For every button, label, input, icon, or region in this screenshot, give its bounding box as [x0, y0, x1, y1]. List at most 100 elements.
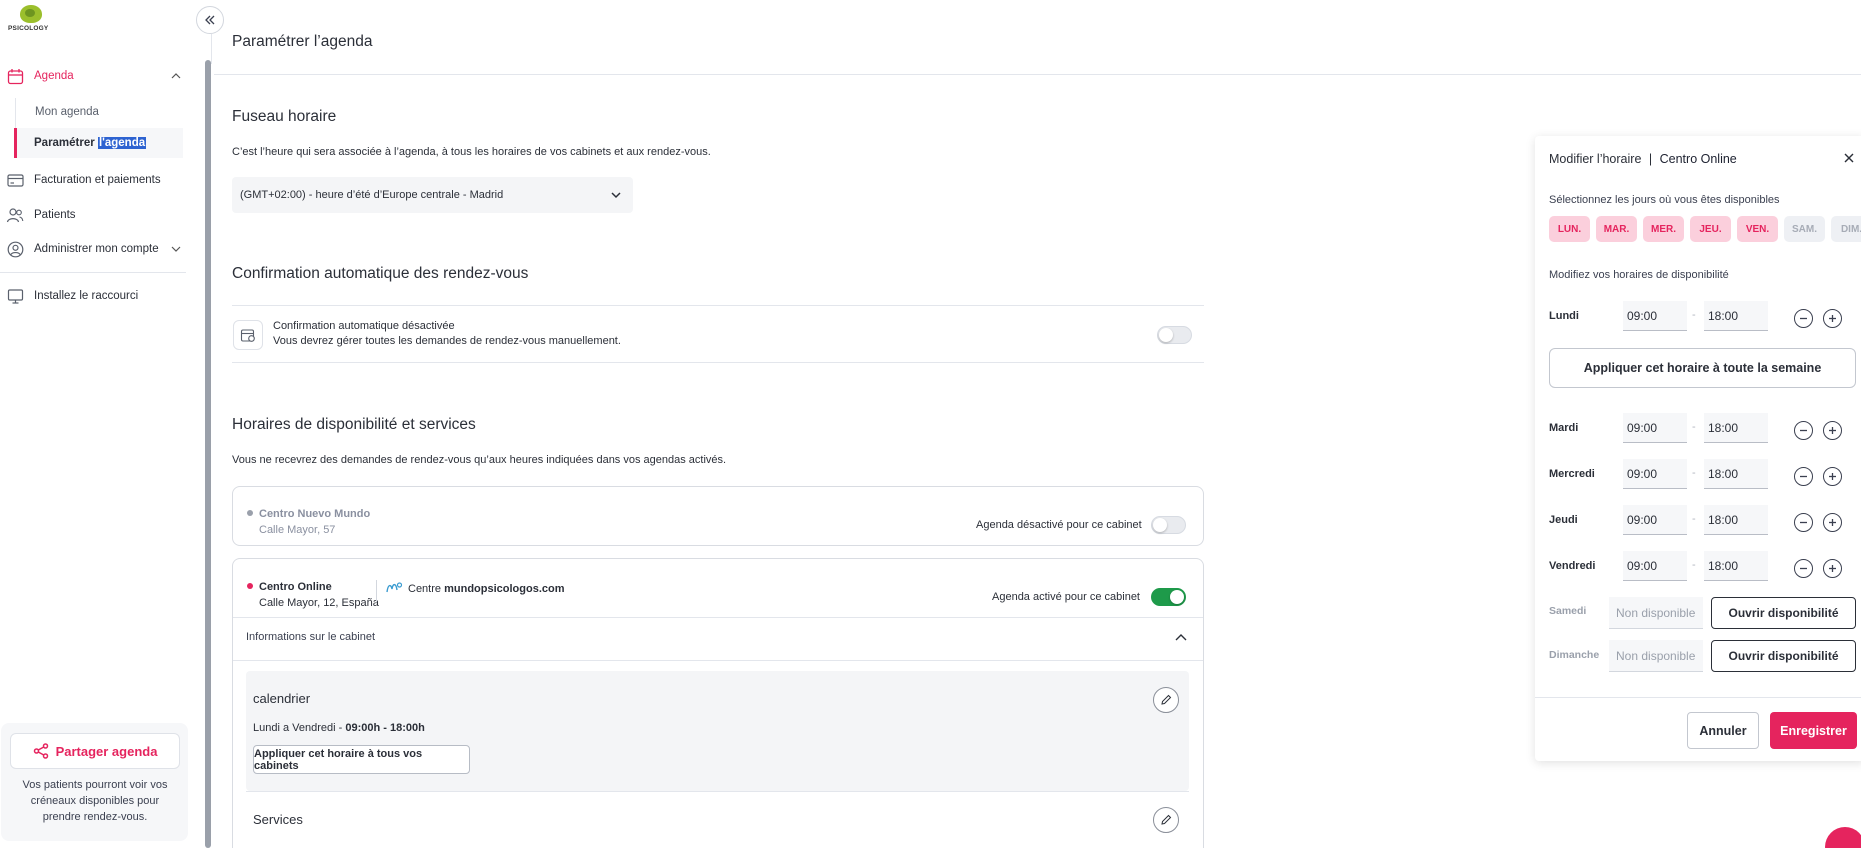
title-separator: | [1648, 152, 1653, 166]
timezone-select[interactable]: (GMT+02:00) - heure d’été d’Europe centr… [232, 177, 633, 213]
end-time-input[interactable]: 18:00 [1704, 459, 1768, 489]
close-icon[interactable] [1842, 151, 1856, 165]
remove-slot-button[interactable] [1794, 309, 1813, 328]
remove-slot-button[interactable] [1794, 421, 1813, 440]
end-time-input[interactable]: 18:00 [1704, 301, 1768, 331]
apply-week-button[interactable]: Appliquer cet horaire à toute la semaine [1549, 348, 1856, 388]
account-circle-icon [6, 240, 24, 258]
time-separator: - [1692, 309, 1696, 321]
sidebar: PSICOLOGY Agenda Mon agenda Paramétrer l… [0, 0, 195, 848]
sidebar-item-label: Mon agenda [35, 106, 99, 118]
start-time-input[interactable]: 09:00 [1623, 551, 1687, 581]
cabinet-card-nuevo-mundo: Centro Nuevo Mundo Calle Mayor, 57 Agend… [232, 486, 1204, 546]
start-time-input[interactable]: 09:00 [1623, 301, 1687, 331]
active-indicator [14, 128, 17, 158]
logo[interactable]: PSICOLOGY [8, 5, 52, 39]
modify-hours-label: Modifiez vos horaires de disponibilité [1549, 269, 1729, 281]
scrollbar[interactable] [205, 60, 211, 848]
day-chip-dim[interactable]: DIM. [1831, 216, 1861, 242]
open-availability-button[interactable]: Ouvrir disponibilité [1711, 597, 1856, 629]
time-separator: - [1692, 421, 1696, 433]
chevron-down-icon [611, 192, 621, 199]
save-button[interactable]: Enregistrer [1770, 712, 1857, 749]
edit-calendar-button[interactable] [1153, 687, 1179, 713]
time-separator: - [1692, 559, 1696, 571]
pencil-icon [1161, 814, 1172, 825]
share-note: Vos patients pourront voir vos créneaux … [22, 779, 168, 823]
sidebar-item-agenda[interactable]: Agenda [0, 64, 186, 88]
day-chip-mar[interactable]: MAR. [1596, 216, 1637, 242]
cabinet-info-toggle[interactable]: Informations sur le cabinet [246, 631, 375, 643]
double-chevron-left-icon [205, 15, 215, 25]
centre-site: mundopsicologos.com [444, 583, 565, 595]
panel-title-text: Modifier l’horaire [1549, 152, 1642, 166]
cabinet-agenda-toggle[interactable] [1151, 516, 1186, 534]
timezone-title: Fuseau horaire [232, 108, 337, 125]
card-divider [233, 617, 1203, 618]
plus-icon [1829, 427, 1836, 434]
auto-confirmation-toggle[interactable] [1157, 326, 1192, 344]
schedule-summary: Lundi a Vendredi - 09:00h - 18:00h [253, 722, 425, 734]
day-label: Mercredi [1549, 468, 1595, 480]
header-divider [214, 74, 1861, 75]
sidebar-item-patients[interactable]: Patients [0, 203, 186, 227]
unavailable-field: Non disponible [1609, 640, 1703, 672]
calendar-icon [6, 67, 24, 85]
day-chip-ven[interactable]: VEN. [1737, 216, 1778, 242]
share-agenda-button[interactable]: Partager agenda [10, 733, 180, 769]
start-time-input[interactable]: 09:00 [1623, 505, 1687, 535]
share-icon [33, 743, 48, 759]
edit-services-button[interactable] [1153, 807, 1179, 833]
cancel-button[interactable]: Annuler [1687, 712, 1759, 749]
end-time-input[interactable]: 18:00 [1704, 551, 1768, 581]
remove-slot-button[interactable] [1794, 513, 1813, 532]
start-time-input[interactable]: 09:00 [1623, 413, 1687, 443]
help-chat-button[interactable] [1825, 827, 1861, 848]
collapse-sidebar-button[interactable] [196, 6, 224, 34]
end-time-input[interactable]: 18:00 [1704, 413, 1768, 443]
apply-all-cabinets-button[interactable]: Appliquer cet horaire à tous vos cabinet… [253, 745, 470, 774]
pencil-icon [1161, 694, 1172, 705]
remove-slot-button[interactable] [1794, 559, 1813, 578]
end-time-input[interactable]: 18:00 [1704, 505, 1768, 535]
day-chip-sam[interactable]: SAM. [1784, 216, 1825, 242]
timezone-desc: C’est l’heure qui sera associée à l’agen… [232, 146, 711, 158]
sidebar-item-facturation[interactable]: Facturation et paiements [0, 168, 186, 192]
remove-slot-button[interactable] [1794, 467, 1813, 486]
centre-prefix: Centre [408, 583, 442, 595]
share-box: Partager agenda Vos patients pourront vo… [1, 723, 188, 841]
centre-link[interactable]: Centre mundopsicologos.com [408, 583, 565, 595]
users-icon [6, 206, 24, 224]
sidebar-divider [0, 272, 186, 273]
chevron-up-icon[interactable] [168, 68, 184, 84]
add-slot-button[interactable] [1823, 559, 1842, 578]
add-slot-button[interactable] [1823, 421, 1842, 440]
auto-confirmation-row: Confirmation automatique désactivée Vous… [232, 305, 1204, 363]
add-slot-button[interactable] [1823, 467, 1842, 486]
chevron-down-icon[interactable] [168, 241, 184, 257]
status-dot [247, 583, 253, 589]
day-chip-lun[interactable]: LUN. [1549, 216, 1590, 242]
start-time-input[interactable]: 09:00 [1623, 459, 1687, 489]
sidebar-item-administrer[interactable]: Administrer mon compte [0, 237, 186, 261]
day-chip-mer[interactable]: MER. [1643, 216, 1684, 242]
mundopsicologos-logo-icon [385, 580, 403, 599]
chevron-up-icon[interactable] [1173, 630, 1189, 646]
sidebar-item-mon-agenda[interactable]: Mon agenda [35, 99, 99, 125]
sidebar-item-parametrer-agenda[interactable]: Paramétrer l'agenda [34, 130, 147, 156]
agenda-status-label: Agenda activé pour ce cabinet [992, 591, 1140, 603]
calendar-check-icon [233, 320, 263, 350]
add-slot-button[interactable] [1823, 309, 1842, 328]
cabinet-agenda-toggle[interactable] [1151, 588, 1186, 606]
calendar-title: calendrier [253, 691, 311, 706]
open-availability-button[interactable]: Ouvrir disponibilité [1711, 640, 1856, 672]
day-chip-jeu[interactable]: JEU. [1690, 216, 1731, 242]
sidebar-item-label: Facturation et paiements [34, 174, 161, 186]
toggle-knob [1153, 518, 1167, 532]
add-slot-button[interactable] [1823, 513, 1842, 532]
share-button-label: Partager agenda [55, 743, 158, 759]
vertical-separator [376, 580, 377, 602]
sidebar-item-raccourci[interactable]: Installez le raccourci [0, 284, 186, 308]
calendar-section: calendrier Lundi a Vendredi - 09:00h - 1… [246, 671, 1189, 791]
plus-icon [1829, 473, 1836, 480]
